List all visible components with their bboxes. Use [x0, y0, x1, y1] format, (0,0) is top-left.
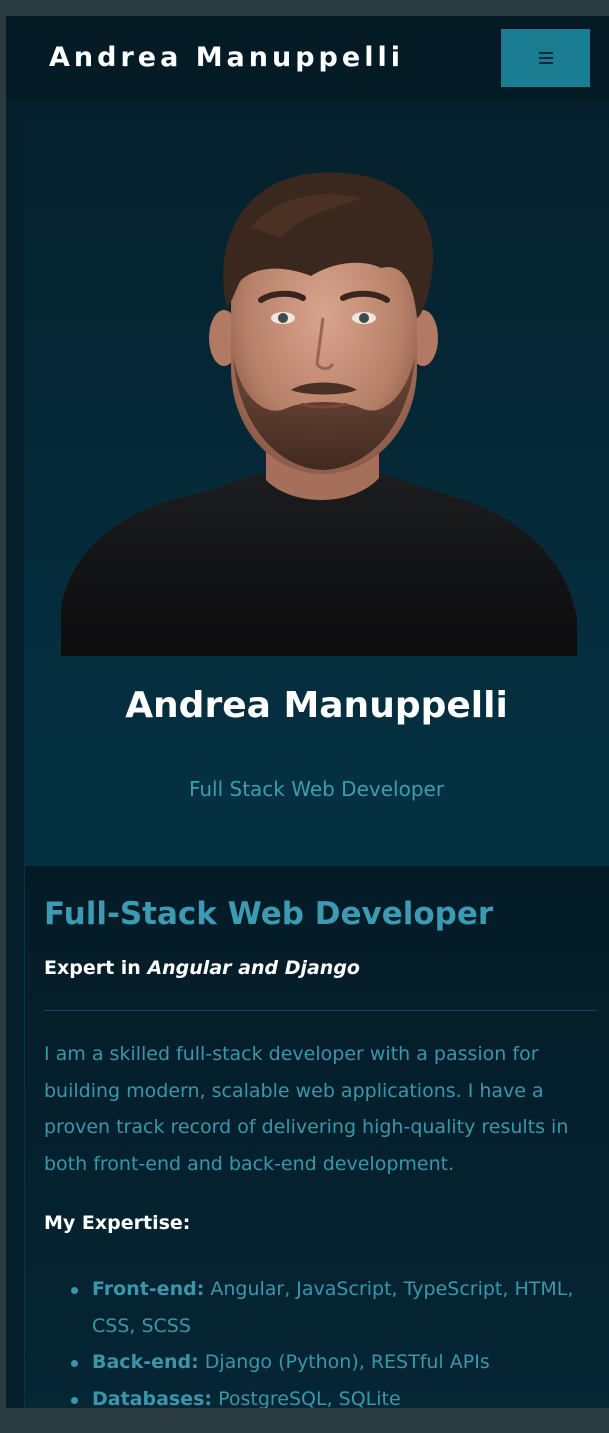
navbar: Andrea Manuppelli	[6, 16, 609, 100]
hero-section: Andrea Manuppelli Full Stack Web Develop…	[24, 100, 609, 866]
about-subtitle: Expert in Angular and Django	[44, 956, 360, 980]
expertise-heading: My Expertise:	[44, 1212, 191, 1234]
expertise-list: Front-end: Angular, JavaScript, TypeScri…	[71, 1271, 602, 1409]
divider	[44, 1010, 597, 1011]
subtitle-emphasis: Angular and Django	[147, 957, 360, 979]
expertise-text: Django (Python), RESTful APIs	[204, 1351, 490, 1373]
hero-name: Andrea Manuppelli	[125, 685, 508, 726]
page-frame: Andrea Manuppelli Andrea Manuppelli Full…	[6, 16, 609, 1408]
list-item: Back-end: Django (Python), RESTful APIs	[71, 1344, 602, 1381]
expertise-text: PostgreSQL, SQLite	[218, 1387, 401, 1409]
hero-role: Full Stack Web Developer	[188, 777, 445, 801]
subtitle-prefix: Expert in	[44, 957, 141, 979]
menu-toggle-button[interactable]	[501, 29, 590, 87]
list-item: Front-end: Angular, JavaScript, TypeScri…	[71, 1271, 602, 1344]
hamburger-icon	[539, 52, 553, 64]
about-section: Full-Stack Web Developer Expert in Angul…	[24, 866, 609, 1408]
about-title: Full-Stack Web Developer	[44, 896, 494, 932]
portrait-photo	[61, 172, 577, 656]
expertise-label: Front-end:	[92, 1278, 205, 1300]
about-paragraph: I am a skilled full-stack developer with…	[44, 1043, 569, 1175]
brand-link[interactable]: Andrea Manuppelli	[49, 42, 404, 74]
expertise-label: Databases:	[92, 1387, 213, 1409]
list-item: Databases: PostgreSQL, SQLite	[71, 1381, 602, 1409]
expertise-label: Back-end:	[92, 1351, 199, 1373]
